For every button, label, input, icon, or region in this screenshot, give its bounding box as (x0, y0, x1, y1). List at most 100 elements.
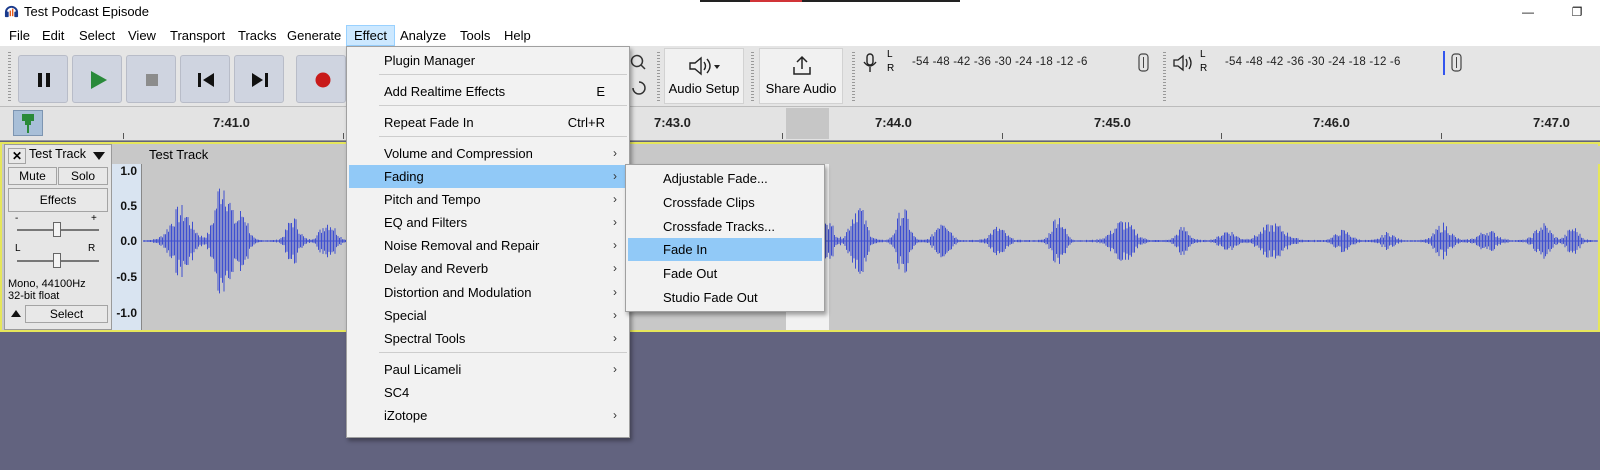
title-accent-line (700, 0, 960, 2)
select-track-button[interactable]: Select (25, 305, 108, 323)
pan-slider[interactable] (53, 253, 61, 268)
menu-generate[interactable]: Generate (279, 25, 349, 46)
effect-menu-item-fading[interactable]: Fading › (349, 165, 627, 188)
timeline-tick (1441, 133, 1442, 139)
title-bar: Test Podcast Episode — ❐ (0, 0, 1600, 24)
speaker-dropdown-icon (689, 56, 720, 76)
recording-meter-scale[interactable]: -54 -48 -42 -36 -30 -24 -18 -12 -6 (912, 56, 1088, 68)
gain-slider[interactable] (53, 222, 61, 237)
play-button[interactable] (72, 55, 122, 103)
effect-menu-item-delay-and-reverb[interactable]: Delay and Reverb › (349, 257, 627, 280)
toolbar-grip-2[interactable] (657, 52, 660, 102)
zoom-tools-icons[interactable] (628, 52, 650, 100)
menu-effect[interactable]: Effect (346, 25, 396, 46)
gain-plus-label: + (91, 213, 97, 224)
toolbar-grip-3[interactable] (751, 52, 754, 102)
menu-help[interactable]: Help (496, 25, 539, 46)
collapse-track-icon[interactable] (10, 308, 22, 318)
menu-item-label: Pitch and Tempo (384, 192, 481, 207)
effect-menu-item-pitch-and-tempo[interactable]: Pitch and Tempo › (349, 188, 627, 211)
share-audio-button[interactable]: Share Audio (759, 48, 843, 104)
menu-file[interactable]: File (1, 25, 38, 46)
submenu-arrow-icon: › (613, 146, 617, 160)
menu-tools[interactable]: Tools (452, 25, 498, 46)
speaker-icon[interactable] (1172, 52, 1194, 74)
track-format-rate: Mono, 44100Hz (8, 278, 86, 290)
timeline-tick (1002, 133, 1003, 139)
fading-menu-item-fade-out[interactable]: Fade Out (628, 262, 822, 285)
play-icon (91, 71, 107, 89)
submenu-arrow-icon: › (613, 285, 617, 299)
play-meter-r: R (1200, 63, 1208, 74)
menu-item-label: Fading (384, 169, 424, 184)
fading-menu-item-adjustable-fade[interactable]: Adjustable Fade... (628, 167, 822, 190)
play-meter-grip[interactable] (1163, 52, 1166, 102)
playback-meter-scale[interactable]: -54 -48 -42 -36 -30 -24 -18 -12 -6 (1225, 56, 1401, 68)
mute-button[interactable]: Mute (8, 167, 57, 185)
effect-menu-item-plugin-manager[interactable]: Plugin Manager (349, 49, 627, 72)
menu-tracks[interactable]: Tracks (230, 25, 285, 46)
fading-menu-item-crossfade-tracks[interactable]: Crossfade Tracks... (628, 215, 822, 238)
microphone-icon[interactable] (861, 52, 879, 74)
timeline-tick (1221, 133, 1222, 139)
fading-menu-item-studio-fade-out[interactable]: Studio Fade Out (628, 286, 822, 309)
effect-menu-item-izotope[interactable]: iZotope › (349, 404, 627, 427)
play-meter-slider-icon[interactable] (1449, 52, 1465, 74)
effect-menu-item-volume-and-compression[interactable]: Volume and Compression › (349, 142, 627, 165)
fading-menu-item-crossfade-clips[interactable]: Crossfade Clips (628, 191, 822, 214)
menu-item-label: Fade In (663, 242, 708, 258)
effect-menu-item-spectral-tools[interactable]: Spectral Tools › (349, 327, 627, 350)
effect-menu-item-distortion-and-modulation[interactable]: Distortion and Modulation › (349, 281, 627, 304)
skip-to-start-button[interactable] (180, 55, 230, 103)
pin-playhead-button[interactable] (13, 110, 43, 136)
title-accent-red (750, 0, 802, 2)
track-close-button[interactable]: ✕ (8, 148, 26, 164)
scale-label: -1.0 (116, 306, 137, 320)
audio-setup-label: Audio Setup (668, 81, 740, 96)
stop-button[interactable] (126, 55, 176, 103)
menu-edit[interactable]: Edit (34, 25, 72, 46)
stop-icon (146, 74, 158, 86)
audio-setup-button[interactable]: Audio Setup (664, 48, 744, 104)
effect-menu-item-noise-removal-and-repair[interactable]: Noise Removal and Repair › (349, 234, 627, 257)
menu-item-label: Studio Fade Out (663, 290, 758, 305)
menu-select[interactable]: Select (71, 25, 123, 46)
track-menu-chevron-icon[interactable] (92, 151, 106, 161)
effect-menu-item-add-realtime-effects[interactable]: Add Realtime Effects E (349, 80, 627, 103)
meter-grip[interactable] (852, 52, 855, 102)
effects-button[interactable]: Effects (8, 188, 108, 212)
effect-menu-item-eq-and-filters[interactable]: EQ and Filters › (349, 211, 627, 234)
effect-menu-item-paul-licameli[interactable]: Paul Licameli › (349, 358, 627, 381)
submenu-arrow-icon: › (613, 408, 617, 422)
time-label-5: 7:46.0 (1313, 115, 1350, 130)
menu-analyze[interactable]: Analyze (392, 25, 454, 46)
effect-menu-item-repeat-fade-in[interactable]: Repeat Fade In Ctrl+R (349, 111, 627, 134)
audacity-logo-icon (4, 5, 19, 18)
restore-button[interactable]: ❐ (1554, 0, 1600, 24)
menu-view[interactable]: View (120, 25, 164, 46)
effect-menu-item-special[interactable]: Special › (349, 304, 627, 327)
rec-meter-slider-icon[interactable] (1136, 52, 1152, 74)
pause-button[interactable] (18, 55, 68, 103)
track-name[interactable]: Test Track (29, 147, 86, 161)
menu-item-label: Fade Out (663, 266, 718, 282)
submenu-arrow-icon: › (613, 192, 617, 206)
minimize-button[interactable]: — (1505, 0, 1551, 24)
scale-label: 1.0 (120, 164, 137, 178)
timeline-selection (786, 108, 829, 139)
solo-button[interactable]: Solo (58, 167, 108, 185)
menu-item-label: EQ and Filters (384, 215, 468, 230)
amplitude-scale[interactable]: 1.0 0.5 0.0 -0.5 -1.0 (112, 164, 142, 330)
menu-item-label: Repeat Fade In (384, 115, 474, 130)
menu-item-label: Add Realtime Effects (384, 84, 506, 99)
record-button[interactable] (296, 55, 346, 103)
skip-to-end-button[interactable] (234, 55, 284, 103)
effect-menu-item-sc4[interactable]: SC4 (349, 381, 627, 404)
fading-menu-item-fade-in[interactable]: Fade In (628, 238, 822, 262)
menu-transport[interactable]: Transport (162, 25, 233, 46)
menu-item-label: Plugin Manager (384, 53, 476, 68)
toolbar-grip[interactable] (8, 52, 11, 102)
pause-icon (38, 73, 50, 87)
menu-item-label: SC4 (384, 385, 410, 400)
scale-label: -0.5 (116, 270, 137, 284)
